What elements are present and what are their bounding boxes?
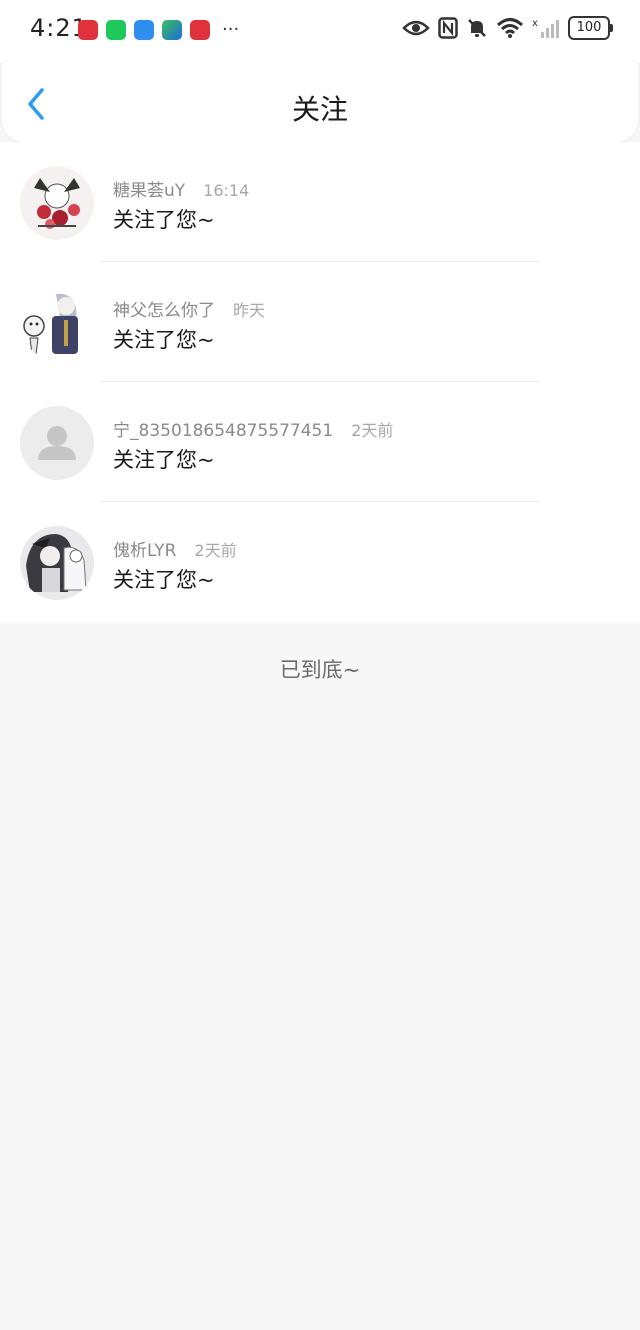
follower-name[interactable]: 宁_835018654875577451 (113, 421, 333, 441)
huawei-icon (78, 20, 98, 40)
page-title: 关注 (291, 93, 348, 126)
follow-message: 关注了您~ (113, 568, 215, 592)
bookmark-app-icon (134, 20, 154, 40)
follower-name-row: 神父怎么你了 昨天 (113, 296, 265, 321)
video-app-icon (162, 20, 182, 40)
follow-time: 16:14 (203, 181, 250, 200)
follow-time: 2天前 (351, 421, 394, 440)
more-notifications-icon: ··· (222, 19, 240, 40)
avatar[interactable] (20, 526, 94, 600)
huawei-icon (190, 20, 210, 40)
battery-icon: 100 (568, 16, 613, 40)
follow-message: 关注了您~ (113, 328, 215, 352)
eye-icon (402, 20, 430, 36)
follow-notification-list: 糖果荟uY 16:14 关注了您~ 神父怎么你了 昨天 关注了您~ 宁_8350… (0, 142, 640, 622)
follow-message: 关注了您~ (113, 208, 215, 232)
wifi-icon (496, 18, 524, 38)
status-bar: 4:21 ··· x 100 (0, 0, 640, 62)
list-item[interactable]: 糖果荟uY 16:14 关注了您~ (0, 142, 640, 262)
svg-text:x: x (532, 18, 538, 29)
follower-name-row: 宁_835018654875577451 2天前 (113, 416, 393, 441)
list-item[interactable]: 傀析LYR 2天前 关注了您~ (0, 502, 640, 622)
follower-name[interactable]: 神父怎么你了 (113, 301, 215, 321)
status-indicators: x 100 (402, 16, 613, 40)
avatar[interactable] (20, 286, 94, 360)
follow-message: 关注了您~ (113, 448, 215, 472)
avatar[interactable] (20, 166, 94, 240)
follow-time: 2天前 (194, 541, 237, 560)
avatar[interactable] (20, 406, 94, 480)
end-of-list-text: 已到底~ (279, 658, 361, 682)
mute-bell-icon (468, 19, 486, 37)
anime-avatar-dark-icon (20, 526, 94, 600)
notification-app-icons: ··· (78, 20, 239, 40)
follower-name[interactable]: 傀析LYR (113, 541, 176, 561)
follower-name-row: 糖果荟uY 16:14 (113, 176, 249, 201)
follow-time: 昨天 (233, 301, 266, 320)
nfc-icon (438, 17, 458, 39)
list-item[interactable]: 宁_835018654875577451 2天前 关注了您~ (0, 382, 640, 502)
default-avatar-icon (20, 406, 94, 480)
header-bar: 关注 (2, 62, 638, 142)
anime-avatar-red-icon (20, 166, 94, 240)
anime-avatar-priest-icon (20, 286, 94, 360)
list-item[interactable]: 神父怎么你了 昨天 关注了您~ (0, 262, 640, 382)
follower-name-row: 傀析LYR 2天前 (113, 536, 237, 561)
follower-name[interactable]: 糖果荟uY (113, 181, 185, 201)
wechat-icon (106, 20, 126, 40)
cellular-signal-icon: x (532, 18, 559, 38)
